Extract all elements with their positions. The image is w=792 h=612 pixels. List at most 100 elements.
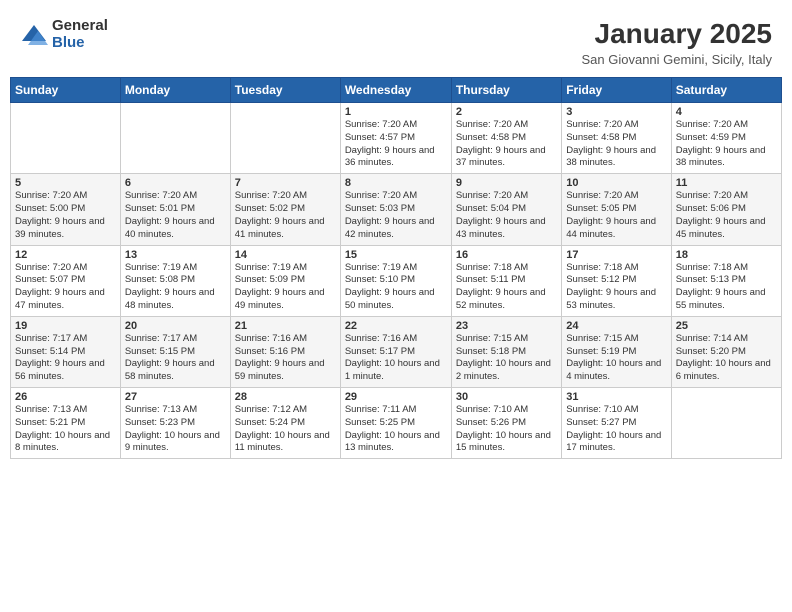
calendar-cell: 15Sunrise: 7:19 AM Sunset: 5:10 PM Dayli… (340, 245, 451, 316)
day-number: 4 (676, 106, 777, 118)
day-number: 5 (15, 177, 116, 189)
cell-content: Sunrise: 7:19 AM Sunset: 5:08 PM Dayligh… (125, 262, 226, 313)
day-number: 17 (566, 249, 666, 261)
cell-content: Sunrise: 7:19 AM Sunset: 5:09 PM Dayligh… (235, 262, 336, 313)
day-number: 1 (345, 106, 447, 118)
calendar-cell: 19Sunrise: 7:17 AM Sunset: 5:14 PM Dayli… (11, 316, 121, 387)
cell-content: Sunrise: 7:18 AM Sunset: 5:11 PM Dayligh… (456, 262, 557, 313)
cell-content: Sunrise: 7:17 AM Sunset: 5:15 PM Dayligh… (125, 333, 226, 384)
day-of-week-header: Monday (120, 78, 230, 103)
calendar-cell: 5Sunrise: 7:20 AM Sunset: 5:00 PM Daylig… (11, 174, 121, 245)
day-number: 9 (456, 177, 557, 189)
calendar-cell: 24Sunrise: 7:15 AM Sunset: 5:19 PM Dayli… (562, 316, 671, 387)
calendar-cell: 3Sunrise: 7:20 AM Sunset: 4:58 PM Daylig… (562, 103, 671, 174)
cell-content: Sunrise: 7:19 AM Sunset: 5:10 PM Dayligh… (345, 262, 447, 313)
day-of-week-header: Friday (562, 78, 671, 103)
calendar-cell (120, 103, 230, 174)
calendar-cell: 29Sunrise: 7:11 AM Sunset: 5:25 PM Dayli… (340, 388, 451, 459)
day-number: 13 (125, 249, 226, 261)
day-number: 2 (456, 106, 557, 118)
cell-content: Sunrise: 7:20 AM Sunset: 4:58 PM Dayligh… (566, 119, 666, 170)
calendar-cell: 2Sunrise: 7:20 AM Sunset: 4:58 PM Daylig… (451, 103, 561, 174)
day-number: 24 (566, 320, 666, 332)
cell-content: Sunrise: 7:13 AM Sunset: 5:23 PM Dayligh… (125, 404, 226, 455)
calendar-cell: 26Sunrise: 7:13 AM Sunset: 5:21 PM Dayli… (11, 388, 121, 459)
calendar-week-row: 19Sunrise: 7:17 AM Sunset: 5:14 PM Dayli… (11, 316, 782, 387)
calendar-cell (671, 388, 781, 459)
cell-content: Sunrise: 7:12 AM Sunset: 5:24 PM Dayligh… (235, 404, 336, 455)
logo-text: General Blue (52, 18, 108, 51)
calendar-cell (230, 103, 340, 174)
day-number: 16 (456, 249, 557, 261)
day-number: 23 (456, 320, 557, 332)
calendar-week-row: 5Sunrise: 7:20 AM Sunset: 5:00 PM Daylig… (11, 174, 782, 245)
day-number: 15 (345, 249, 447, 261)
cell-content: Sunrise: 7:17 AM Sunset: 5:14 PM Dayligh… (15, 333, 116, 384)
calendar-cell: 12Sunrise: 7:20 AM Sunset: 5:07 PM Dayli… (11, 245, 121, 316)
day-of-week-header: Sunday (11, 78, 121, 103)
day-number: 21 (235, 320, 336, 332)
calendar-cell: 30Sunrise: 7:10 AM Sunset: 5:26 PM Dayli… (451, 388, 561, 459)
calendar-table: SundayMondayTuesdayWednesdayThursdayFrid… (10, 77, 782, 459)
calendar-cell: 21Sunrise: 7:16 AM Sunset: 5:16 PM Dayli… (230, 316, 340, 387)
calendar-cell: 11Sunrise: 7:20 AM Sunset: 5:06 PM Dayli… (671, 174, 781, 245)
calendar-cell: 13Sunrise: 7:19 AM Sunset: 5:08 PM Dayli… (120, 245, 230, 316)
calendar-header-row: SundayMondayTuesdayWednesdayThursdayFrid… (11, 78, 782, 103)
page-header: General Blue January 2025 San Giovanni G… (10, 10, 782, 73)
cell-content: Sunrise: 7:10 AM Sunset: 5:27 PM Dayligh… (566, 404, 666, 455)
day-number: 27 (125, 391, 226, 403)
day-number: 30 (456, 391, 557, 403)
calendar-cell: 31Sunrise: 7:10 AM Sunset: 5:27 PM Dayli… (562, 388, 671, 459)
cell-content: Sunrise: 7:14 AM Sunset: 5:20 PM Dayligh… (676, 333, 777, 384)
calendar-cell: 10Sunrise: 7:20 AM Sunset: 5:05 PM Dayli… (562, 174, 671, 245)
day-number: 29 (345, 391, 447, 403)
cell-content: Sunrise: 7:10 AM Sunset: 5:26 PM Dayligh… (456, 404, 557, 455)
calendar-cell: 16Sunrise: 7:18 AM Sunset: 5:11 PM Dayli… (451, 245, 561, 316)
day-number: 19 (15, 320, 116, 332)
day-number: 3 (566, 106, 666, 118)
logo-blue-text: Blue (52, 35, 108, 52)
day-of-week-header: Wednesday (340, 78, 451, 103)
day-number: 18 (676, 249, 777, 261)
calendar-cell: 28Sunrise: 7:12 AM Sunset: 5:24 PM Dayli… (230, 388, 340, 459)
day-number: 22 (345, 320, 447, 332)
day-number: 7 (235, 177, 336, 189)
cell-content: Sunrise: 7:16 AM Sunset: 5:17 PM Dayligh… (345, 333, 447, 384)
cell-content: Sunrise: 7:11 AM Sunset: 5:25 PM Dayligh… (345, 404, 447, 455)
cell-content: Sunrise: 7:18 AM Sunset: 5:13 PM Dayligh… (676, 262, 777, 313)
day-number: 10 (566, 177, 666, 189)
cell-content: Sunrise: 7:20 AM Sunset: 5:04 PM Dayligh… (456, 190, 557, 241)
day-of-week-header: Tuesday (230, 78, 340, 103)
cell-content: Sunrise: 7:20 AM Sunset: 5:01 PM Dayligh… (125, 190, 226, 241)
calendar-cell: 14Sunrise: 7:19 AM Sunset: 5:09 PM Dayli… (230, 245, 340, 316)
cell-content: Sunrise: 7:15 AM Sunset: 5:18 PM Dayligh… (456, 333, 557, 384)
calendar-cell (11, 103, 121, 174)
calendar-cell: 23Sunrise: 7:15 AM Sunset: 5:18 PM Dayli… (451, 316, 561, 387)
cell-content: Sunrise: 7:20 AM Sunset: 5:02 PM Dayligh… (235, 190, 336, 241)
calendar-cell: 8Sunrise: 7:20 AM Sunset: 5:03 PM Daylig… (340, 174, 451, 245)
cell-content: Sunrise: 7:20 AM Sunset: 5:05 PM Dayligh… (566, 190, 666, 241)
title-block: January 2025 San Giovanni Gemini, Sicily… (582, 18, 773, 67)
day-number: 28 (235, 391, 336, 403)
cell-content: Sunrise: 7:20 AM Sunset: 4:57 PM Dayligh… (345, 119, 447, 170)
calendar-cell: 4Sunrise: 7:20 AM Sunset: 4:59 PM Daylig… (671, 103, 781, 174)
cell-content: Sunrise: 7:20 AM Sunset: 5:07 PM Dayligh… (15, 262, 116, 313)
calendar-week-row: 26Sunrise: 7:13 AM Sunset: 5:21 PM Dayli… (11, 388, 782, 459)
cell-content: Sunrise: 7:20 AM Sunset: 5:00 PM Dayligh… (15, 190, 116, 241)
calendar-cell: 7Sunrise: 7:20 AM Sunset: 5:02 PM Daylig… (230, 174, 340, 245)
day-number: 26 (15, 391, 116, 403)
day-number: 20 (125, 320, 226, 332)
day-number: 14 (235, 249, 336, 261)
day-number: 6 (125, 177, 226, 189)
month-title: January 2025 (582, 18, 773, 50)
day-of-week-header: Saturday (671, 78, 781, 103)
calendar-cell: 1Sunrise: 7:20 AM Sunset: 4:57 PM Daylig… (340, 103, 451, 174)
cell-content: Sunrise: 7:16 AM Sunset: 5:16 PM Dayligh… (235, 333, 336, 384)
calendar-cell: 22Sunrise: 7:16 AM Sunset: 5:17 PM Dayli… (340, 316, 451, 387)
calendar-cell: 27Sunrise: 7:13 AM Sunset: 5:23 PM Dayli… (120, 388, 230, 459)
logo-general-text: General (52, 18, 108, 35)
day-number: 25 (676, 320, 777, 332)
calendar-cell: 18Sunrise: 7:18 AM Sunset: 5:13 PM Dayli… (671, 245, 781, 316)
cell-content: Sunrise: 7:18 AM Sunset: 5:12 PM Dayligh… (566, 262, 666, 313)
day-number: 12 (15, 249, 116, 261)
